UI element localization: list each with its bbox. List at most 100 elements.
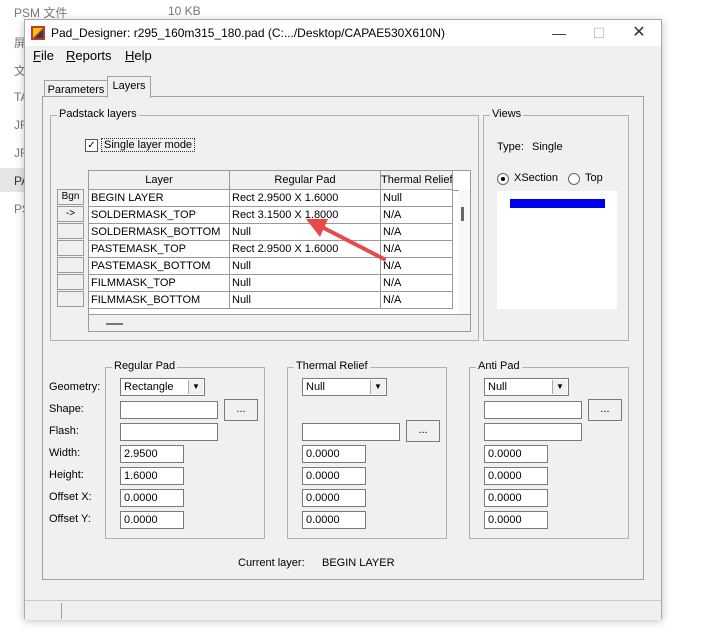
anti-pad-offset-x-field[interactable]: 0.0000 <box>484 489 548 507</box>
xsection-radio-dot <box>501 177 505 181</box>
annotation-arrow-icon <box>306 219 386 261</box>
xsection-label[interactable]: XSection <box>514 172 558 184</box>
height-label: Height: <box>49 469 84 481</box>
close-button[interactable]: ✕ <box>619 22 659 44</box>
thermal-relief-offset-x-field[interactable]: 0.0000 <box>302 489 366 507</box>
pad-designer-app-icon <box>31 26 45 40</box>
anti-pad-height-field[interactable]: 0.0000 <box>484 467 548 485</box>
thermal-relief-label: Thermal Relief <box>294 360 370 372</box>
menu-help[interactable]: Help <box>125 48 152 63</box>
offset-y-label: Offset Y: <box>49 513 91 525</box>
width-label: Width: <box>49 447 81 459</box>
anti-pad-label: Anti Pad <box>476 360 522 372</box>
thermal-relief-width-field[interactable]: 0.0000 <box>302 445 366 463</box>
regular-pad-flash-field[interactable] <box>120 423 218 441</box>
cell-layer[interactable]: PASTEMASK_TOP <box>89 241 230 258</box>
layers-grid: Layer Regular Pad Thermal Relief BEGIN L… <box>88 170 471 332</box>
tab-layers[interactable]: Layers <box>107 76 151 98</box>
minimize-button[interactable]: — <box>539 22 579 44</box>
view-type-value: Single <box>532 141 563 153</box>
cell-thermal-relief[interactable]: N/A <box>381 292 453 309</box>
row-select-button[interactable] <box>57 223 84 239</box>
cell-regular-pad[interactable]: Null <box>230 292 381 309</box>
cell-layer[interactable]: SOLDERMASK_BOTTOM <box>89 224 230 241</box>
row-select-button[interactable] <box>57 240 84 256</box>
regular-pad-label: Regular Pad <box>112 360 178 372</box>
regular-pad-offset-y-field[interactable]: 0.0000 <box>120 511 184 529</box>
cell-thermal-relief[interactable]: N/A <box>381 207 453 224</box>
horizontal-scrollbar[interactable] <box>89 314 470 331</box>
cell-layer[interactable]: FILMMASK_BOTTOM <box>89 292 230 309</box>
cell-layer[interactable]: PASTEMASK_BOTTOM <box>89 258 230 275</box>
header-filler <box>453 171 470 191</box>
background-file-size: 10 KB <box>168 4 201 18</box>
single-layer-mode-checkbox[interactable]: ✓ <box>85 139 98 152</box>
cell-layer[interactable]: FILMMASK_TOP <box>89 275 230 292</box>
thermal-relief-geometry-select[interactable]: Null ▼ <box>302 378 387 396</box>
regular-pad-browse-button[interactable]: ... <box>224 399 258 421</box>
shape-label: Shape: <box>49 403 84 415</box>
column-header-regular-pad[interactable]: Regular Pad <box>230 171 381 190</box>
regular-pad-geometry-select[interactable]: Rectangle ▼ <box>120 378 205 396</box>
title-bar[interactable]: Pad_Designer: r295_160m315_180.pad (C:..… <box>25 20 661 46</box>
tab-parameters[interactable]: Parameters <box>44 80 108 97</box>
anti-pad-browse-button[interactable]: ... <box>588 399 622 421</box>
anti-pad-offset-y-field[interactable]: 0.0000 <box>484 511 548 529</box>
anti-pad-shape-field[interactable] <box>484 401 582 419</box>
views-label: Views <box>490 108 524 120</box>
status-bar <box>25 600 661 620</box>
anti-pad-width-field[interactable]: 0.0000 <box>484 445 548 463</box>
regular-pad-width-field[interactable]: 2.9500 <box>120 445 184 463</box>
regular-pad-offset-x-field[interactable]: 0.0000 <box>120 489 184 507</box>
cell-thermal-relief[interactable]: Null <box>381 190 453 207</box>
anti-pad-geometry-select[interactable]: Null ▼ <box>484 378 569 396</box>
menu-reports[interactable]: Reports <box>66 48 112 63</box>
menu-bar: File Reports Help <box>25 46 661 66</box>
cell-thermal-relief[interactable]: N/A <box>381 258 453 275</box>
maximize-button[interactable]: ☐ <box>579 22 619 44</box>
layers-tab-panel: Padstack layers ✓ Single layer mode Laye… <box>42 96 644 580</box>
top-radio[interactable] <box>568 173 580 185</box>
anti-pad-flash-field[interactable] <box>484 423 582 441</box>
cell-layer[interactable]: BEGIN LAYER <box>89 190 230 207</box>
xsection-radio[interactable] <box>497 173 509 185</box>
column-header-thermal-relief[interactable]: Thermal Relief <box>381 171 453 190</box>
pad-designer-window: Pad_Designer: r295_160m315_180.pad (C:..… <box>24 19 662 620</box>
status-bar-divider <box>61 603 62 619</box>
xsection-preview <box>497 191 617 309</box>
menu-file[interactable]: File <box>33 48 54 63</box>
anti-pad-group: Anti Pad Null ▼ ... 0.0000 0.0000 0.0000 … <box>469 360 629 539</box>
current-layer-value: BEGIN LAYER <box>322 557 395 569</box>
thermal-relief-shape-field[interactable] <box>302 423 400 441</box>
thermal-relief-offset-y-field[interactable]: 0.0000 <box>302 511 366 529</box>
vertical-scrollbar[interactable] <box>459 190 470 314</box>
single-layer-mode-label[interactable]: Single layer mode <box>101 138 196 152</box>
row-select-button[interactable] <box>57 274 84 290</box>
regular-pad-shape-field[interactable] <box>120 401 218 419</box>
cell-thermal-relief[interactable]: N/A <box>381 275 453 292</box>
top-label[interactable]: Top <box>585 172 603 184</box>
views-group: Views Type: Single XSection Top <box>483 108 629 341</box>
thermal-relief-browse-button[interactable]: ... <box>406 420 440 442</box>
vertical-scroll-thumb[interactable] <box>461 207 464 221</box>
cell-thermal-relief[interactable]: N/A <box>381 241 453 258</box>
regular-pad-height-field[interactable]: 1.6000 <box>120 467 184 485</box>
thermal-relief-group: Thermal Relief Null ▼ ... 0.0000 0.0000 0… <box>287 360 447 539</box>
chevron-down-icon: ▼ <box>370 380 385 394</box>
row-select-button[interactable] <box>57 257 84 273</box>
thermal-relief-height-field[interactable]: 0.0000 <box>302 467 366 485</box>
cell-layer[interactable]: SOLDERMASK_TOP <box>89 207 230 224</box>
row-select-button[interactable]: -> <box>57 206 84 222</box>
row-select-button[interactable] <box>57 291 84 307</box>
chevron-down-icon: ▼ <box>188 380 203 394</box>
horizontal-scroll-thumb[interactable] <box>106 323 123 325</box>
cell-regular-pad[interactable]: Null <box>230 275 381 292</box>
xsection-layer-bar <box>510 199 605 208</box>
current-layer-label: Current layer: <box>238 557 305 569</box>
view-type-label: Type: <box>497 141 524 153</box>
cell-regular-pad[interactable]: Rect 2.9500 X 1.6000 <box>230 190 381 207</box>
row-select-button[interactable]: Bgn <box>57 189 84 205</box>
padstack-layers-group: Padstack layers ✓ Single layer mode Laye… <box>50 108 479 341</box>
column-header-layer[interactable]: Layer <box>89 171 230 190</box>
cell-thermal-relief[interactable]: N/A <box>381 224 453 241</box>
